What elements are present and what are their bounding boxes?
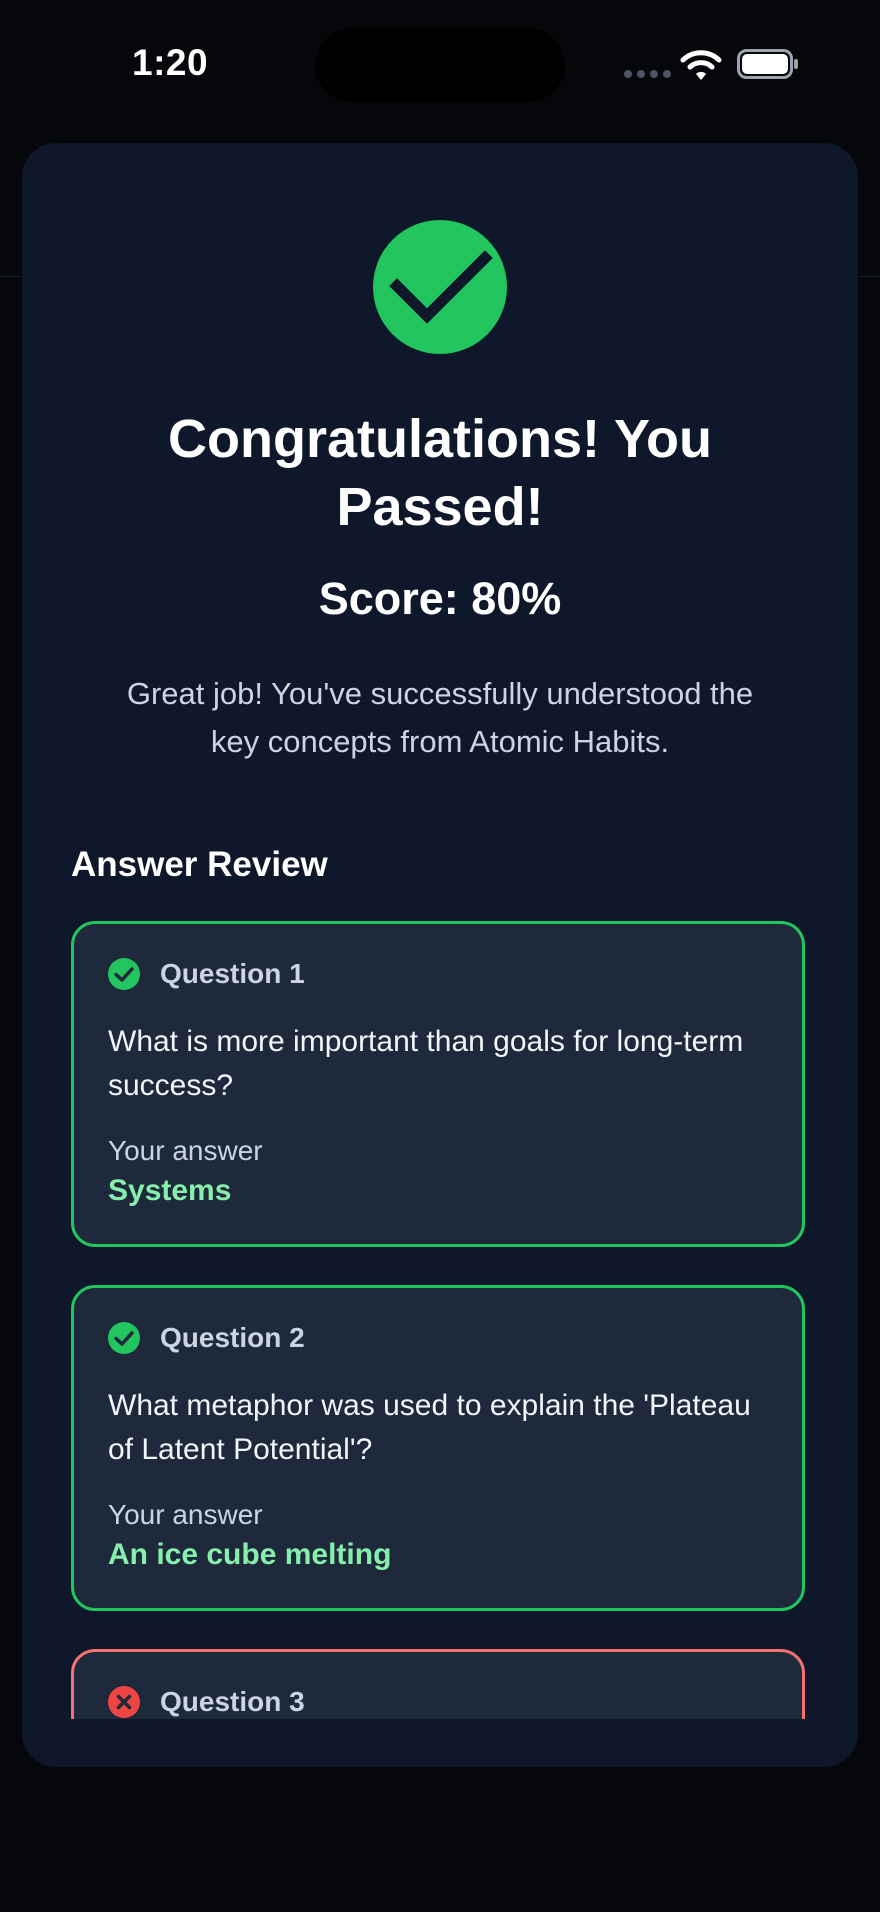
x-circle-icon bbox=[108, 1686, 140, 1718]
quiz-result-modal: Congratulations! You Passed! Score: 80% … bbox=[22, 143, 858, 1767]
question-header: Question 1 bbox=[108, 958, 305, 990]
cellular-signal-icon bbox=[624, 70, 671, 78]
question-text: What metaphor was used to explain the 'P… bbox=[108, 1389, 751, 1466]
result-scroll-area[interactable]: Congratulations! You Passed! Score: 80% … bbox=[22, 143, 858, 1719]
question-text: What is more important than goals for lo… bbox=[108, 1025, 744, 1102]
result-title: Congratulations! You Passed! bbox=[168, 409, 712, 537]
your-answer-value: Systems bbox=[108, 1174, 232, 1207]
answer-review-item: Question 1 What is more important than g… bbox=[71, 921, 805, 1247]
your-answer-label: Your answer bbox=[108, 1135, 263, 1166]
score-text: Score: 80% bbox=[318, 573, 562, 624]
status-time: 1:20 bbox=[132, 42, 209, 83]
question-header: Question 3 bbox=[108, 1686, 305, 1718]
dynamic-island bbox=[315, 28, 565, 102]
your-answer-value: An ice cube melting bbox=[108, 1538, 392, 1571]
question-number: Question 1 bbox=[160, 958, 305, 989]
battery-icon bbox=[737, 49, 798, 79]
status-bar: 1:20 bbox=[0, 0, 880, 130]
question-number: Question 2 bbox=[160, 1322, 305, 1353]
question-header: Question 2 bbox=[108, 1322, 305, 1354]
question-number: Question 3 bbox=[160, 1686, 305, 1717]
check-circle-icon bbox=[373, 220, 507, 354]
answer-review-heading: Answer Review bbox=[71, 845, 328, 884]
check-circle-icon bbox=[108, 958, 140, 990]
result-message: Great job! You've successfully understoo… bbox=[126, 676, 754, 759]
check-circle-icon bbox=[108, 1322, 140, 1354]
answer-review-item: Question 3 bbox=[71, 1649, 805, 1719]
your-answer-label: Your answer bbox=[108, 1499, 263, 1530]
wifi-icon bbox=[680, 50, 722, 80]
answer-review-item: Question 2 What metaphor was used to exp… bbox=[71, 1285, 805, 1611]
